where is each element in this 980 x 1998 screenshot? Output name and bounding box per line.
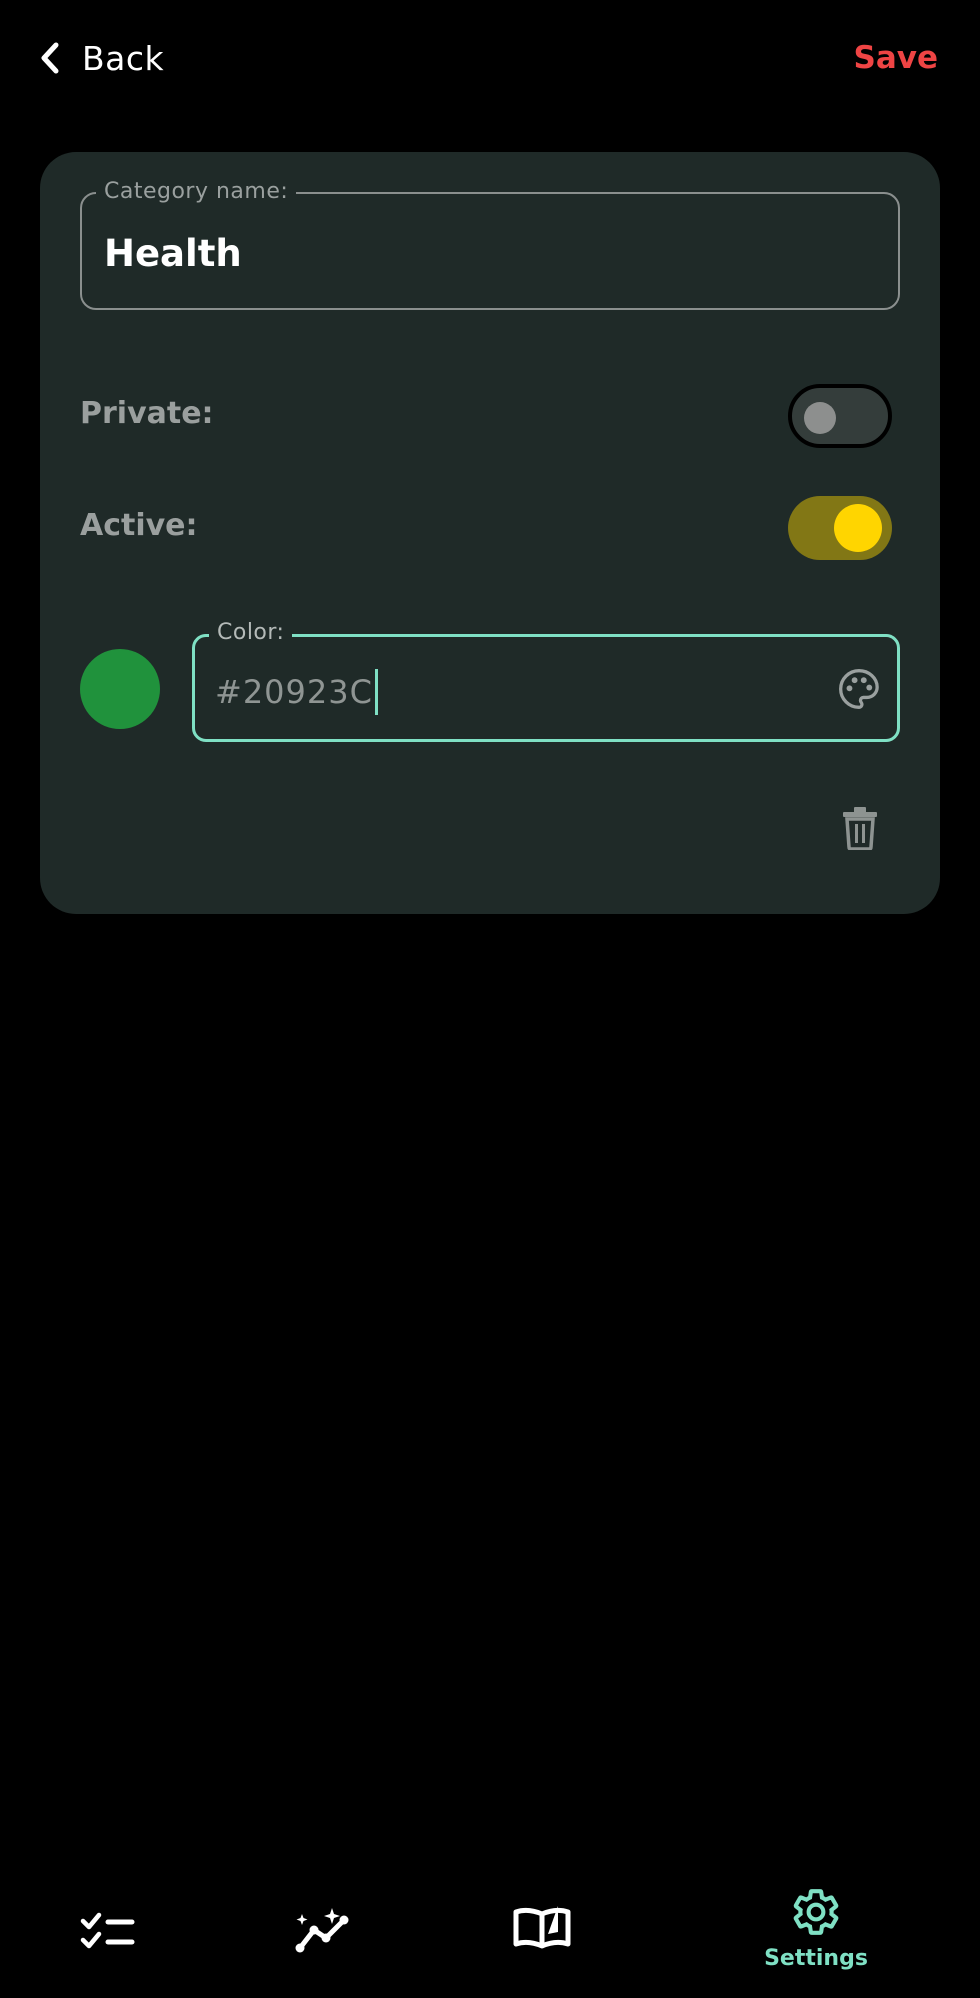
nav-item-stats[interactable] <box>294 1906 354 1954</box>
private-toggle[interactable] <box>788 384 892 448</box>
active-label: Active: <box>80 508 198 543</box>
palette-button[interactable] <box>837 667 881 711</box>
chevron-left-icon <box>41 42 59 74</box>
nav-item-tasks[interactable] <box>80 1912 136 1952</box>
active-toggle-knob <box>834 504 882 552</box>
gear-icon <box>793 1889 839 1935</box>
private-toggle-knob <box>804 402 836 434</box>
active-toggle[interactable] <box>788 496 892 560</box>
nav-item-journal[interactable] <box>512 1904 572 1950</box>
open-book-icon <box>513 1906 571 1949</box>
category-card: Category name: Health Private: Active: C… <box>40 152 940 914</box>
nav-label-settings: Settings <box>764 1946 868 1971</box>
private-label: Private: <box>80 396 214 431</box>
palette-icon <box>839 669 879 709</box>
trash-icon <box>843 807 877 851</box>
bottom-nav: Settings <box>0 1860 980 1998</box>
category-name-legend: Category name: <box>96 178 297 206</box>
trend-sparkle-icon <box>295 1908 349 1953</box>
color-field[interactable]: Color: #20923C <box>192 619 900 742</box>
color-swatch[interactable] <box>80 649 160 729</box>
delete-button[interactable] <box>840 806 880 851</box>
category-name-field[interactable]: Category name: Health <box>80 178 900 310</box>
text-caret <box>374 669 378 715</box>
category-name-value: Health <box>104 232 242 275</box>
save-button[interactable]: Save <box>854 34 938 82</box>
checklist-icon <box>80 1912 135 1949</box>
back-button[interactable]: Back <box>38 34 164 82</box>
color-legend: Color: <box>209 619 293 647</box>
nav-item-settings[interactable]: Settings <box>764 1886 868 1971</box>
color-value-text: #20923C <box>215 673 373 711</box>
color-input[interactable]: #20923C <box>215 669 378 715</box>
category-edit-screen: Back Save Category name: Health Private:… <box>0 0 980 1998</box>
back-label: Back <box>82 38 165 78</box>
